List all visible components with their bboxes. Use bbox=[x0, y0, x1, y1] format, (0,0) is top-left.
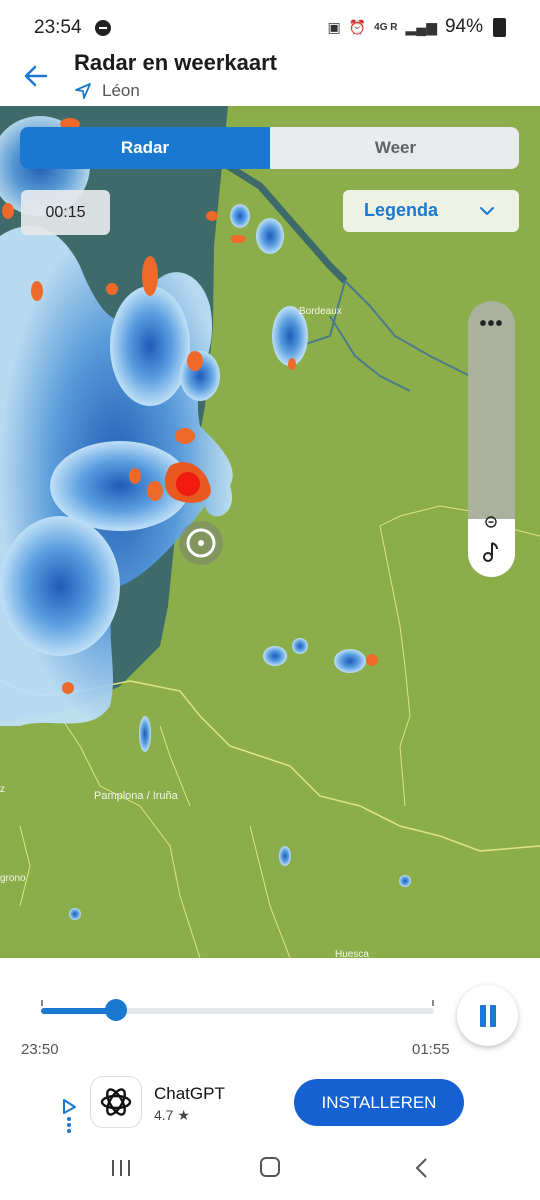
location-name: Léon bbox=[102, 81, 140, 100]
back-arrow-icon[interactable] bbox=[20, 60, 52, 92]
do-not-disturb-icon bbox=[95, 20, 111, 36]
timeline-start-time: 23:50 bbox=[21, 1041, 59, 1058]
chevron-down-icon bbox=[480, 207, 494, 215]
radar-weather-tabs: Radar Weer bbox=[20, 127, 519, 169]
status-icons: ▣ ⏰ 4G R ▂▄▆ 94% bbox=[327, 16, 506, 38]
app-bar: Radar en weerkaart Léon bbox=[0, 46, 540, 106]
navigation-arrow-icon bbox=[75, 83, 91, 99]
tab-weer[interactable]: Weer bbox=[272, 127, 519, 169]
layer-control-panel[interactable]: ••• bbox=[468, 301, 515, 577]
signal-icon: ▂▄▆ bbox=[405, 18, 437, 35]
music-note-icon[interactable] bbox=[481, 541, 501, 563]
ad-app-rating: 4.7 ★ bbox=[154, 1107, 190, 1123]
network-label: 4G R bbox=[374, 21, 398, 33]
pause-button[interactable] bbox=[457, 985, 518, 1046]
timeline-start-tick bbox=[41, 1000, 43, 1006]
install-button[interactable]: INSTALLEREN bbox=[294, 1079, 464, 1126]
map-label-bordeaux: Bordeaux bbox=[299, 306, 342, 317]
chatgpt-logo-icon[interactable] bbox=[91, 1077, 141, 1127]
pause-icon bbox=[480, 1005, 486, 1027]
map-label-logrono: grono bbox=[0, 873, 26, 884]
map-label-edge: z bbox=[0, 784, 5, 795]
ad-choices-icon[interactable] bbox=[61, 1097, 77, 1133]
location-row[interactable]: Léon bbox=[74, 81, 140, 101]
tab-radar[interactable]: Radar bbox=[20, 127, 270, 169]
pause-icon-bar bbox=[490, 1005, 496, 1027]
home-icon[interactable] bbox=[260, 1157, 280, 1177]
ad-app-name[interactable]: ChatGPT bbox=[154, 1084, 225, 1104]
legend-label: Legenda bbox=[364, 200, 439, 220]
alarm-icon: ⏰ bbox=[348, 18, 367, 35]
notification-icon: ▣ bbox=[327, 18, 341, 35]
legend-button[interactable]: Legenda bbox=[343, 190, 519, 232]
map-label-huesca: Huesca bbox=[335, 949, 369, 958]
map-label-pamplona: Pamplona / Iruña bbox=[94, 790, 179, 802]
more-options-icon[interactable]: ••• bbox=[468, 313, 515, 336]
back-chevron-icon[interactable] bbox=[414, 1157, 428, 1179]
page-title: Radar en weerkaart bbox=[74, 50, 277, 75]
status-time: 23:54 bbox=[34, 17, 82, 38]
battery-percent: 94% bbox=[444, 16, 483, 37]
recent-apps-icon[interactable] bbox=[110, 1159, 132, 1177]
battery-icon bbox=[493, 17, 506, 37]
minus-circle-icon[interactable] bbox=[485, 516, 497, 528]
timeline-end-tick bbox=[432, 1000, 434, 1006]
location-marker bbox=[179, 521, 223, 565]
radar-time-chip: 00:15 bbox=[21, 190, 110, 235]
timeline-end-time: 01:55 bbox=[412, 1041, 450, 1058]
timeline-thumb[interactable] bbox=[104, 999, 127, 1021]
